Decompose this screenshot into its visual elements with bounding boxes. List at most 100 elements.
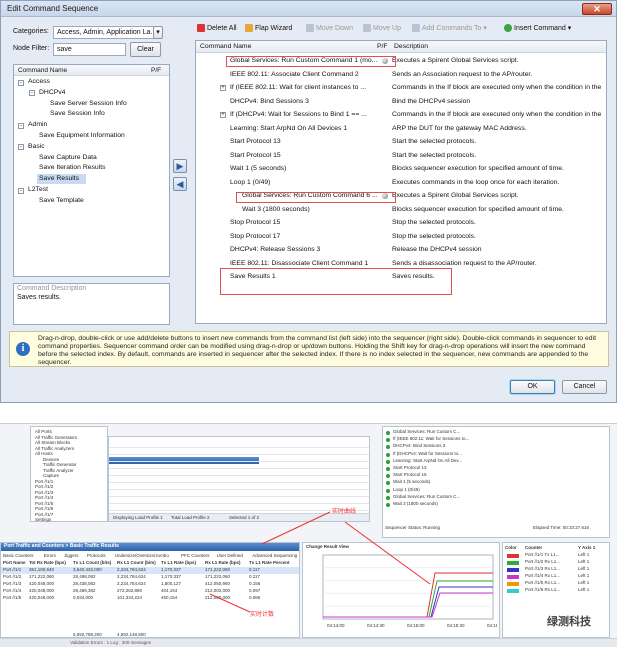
- add-to-sequence-button[interactable]: ▶: [173, 159, 187, 173]
- collapse-toggle-icon[interactable]: -: [18, 144, 24, 151]
- sequence-row-name: If (DHCPv4: Wait for Sessions to Bind 1 …: [230, 111, 367, 118]
- collapse-toggle-icon[interactable]: -: [29, 90, 35, 97]
- sequence-row-name: Wait 1 (5 seconds): [230, 165, 287, 172]
- clear-button[interactable]: Clear: [130, 42, 161, 57]
- sequence-row-description: Executes commands in the loop once for e…: [392, 178, 560, 186]
- collapse-toggle-icon[interactable]: -: [18, 187, 24, 194]
- arrow-right-icon: ▶: [176, 161, 184, 171]
- description-header: Command Description: [17, 285, 87, 292]
- remove-from-sequence-button[interactable]: ◀: [173, 177, 187, 191]
- sequence-row[interactable]: IEEE 802.11: Associate Client Command 2 S…: [196, 69, 606, 81]
- watermark: 绿测科技: [544, 612, 594, 630]
- tree-header-pf: P/F: [151, 67, 162, 74]
- sequence-row-description: Stop the selected protocols.: [392, 219, 476, 226]
- tree-item[interactable]: Save Capture Data: [39, 154, 97, 161]
- edit-command-sequence-dialog: Edit Command Sequence ✕ Categories: Acce…: [0, 0, 617, 403]
- sequence-row[interactable]: Wait 1 (5 seconds) Blocks sequencer execu…: [196, 163, 606, 175]
- sequence-row-name: Loop 1 (0/49): [230, 178, 271, 186]
- command-tree: Command Name P/F - Access - DHCPv4 Save Serv…: [13, 64, 170, 277]
- node-filter-input[interactable]: save: [53, 43, 126, 56]
- sequence-row-name: Learning: Start ArpNd On All Devices 1: [230, 124, 348, 132]
- seq-header-desc: Description: [394, 43, 428, 50]
- sequence-row-name: Stop Protocol 15: [230, 219, 281, 226]
- add-commands-to-button[interactable]: Add Commands To ▾: [412, 24, 487, 32]
- sequence-row[interactable]: Learning: Start ArpNd On All Devices 1 AR…: [196, 123, 606, 135]
- tree-item[interactable]: Save Iteration Results: [39, 164, 106, 171]
- sequence-row-description: Blocks sequencer execution for specified…: [392, 205, 564, 213]
- chevron-down-icon: ▾: [567, 25, 572, 32]
- tree-item[interactable]: Save Session Info: [50, 110, 105, 117]
- tree-item[interactable]: Save Equipment Information: [39, 132, 125, 139]
- highlight-box-2: [236, 192, 396, 203]
- sequence-row-name: Start Protocol 15: [230, 151, 281, 159]
- chevron-down-icon: ▾: [156, 29, 160, 36]
- sequence-row-description: ARP the DUT for the gateway MAC Address.: [392, 124, 527, 132]
- expand-toggle-icon[interactable]: +: [220, 112, 226, 118]
- tree-item[interactable]: Save Results: [39, 175, 79, 182]
- annotation-arrow-3: [209, 593, 251, 613]
- move-down-label: Move Down: [316, 24, 353, 32]
- categories-select[interactable]: Access, Admin, Application La...: [53, 26, 161, 39]
- tree-item[interactable]: DHCPv4: [39, 89, 65, 96]
- highlight-box-3: [220, 268, 452, 295]
- move-down-button[interactable]: Move Down: [306, 24, 353, 32]
- annotation-realtime: 实时曲线: [332, 509, 357, 515]
- ok-button[interactable]: OK: [510, 380, 555, 394]
- sequence-row[interactable]: Start Protocol 13 Start the selected prot…: [196, 136, 606, 148]
- arrow-left-icon: ◀: [176, 179, 184, 189]
- sequence-row[interactable]: Loop 1 (0/49) Executes commands in the lo…: [196, 177, 606, 189]
- move-up-button[interactable]: Move Up: [363, 24, 401, 32]
- move-up-label: Move Up: [373, 24, 402, 32]
- arrow-down-icon: [306, 24, 314, 32]
- collapse-toggle-icon[interactable]: -: [18, 122, 24, 129]
- seq-header-pf: P/F: [377, 43, 388, 50]
- add-commands-to-label: Add Commands To: [422, 24, 482, 32]
- sequence-row-description: Release the DHCPv4 session: [392, 246, 482, 253]
- tree-item[interactable]: Admin: [28, 121, 47, 128]
- sequence-row-description: Executes a Spirent Global Services scrip…: [392, 57, 519, 64]
- close-button[interactable]: ✕: [582, 3, 612, 15]
- sequence-row-name: Start Protocol 13: [230, 138, 281, 145]
- test-center-screenshot: All Ports All Traffic Generators All Strea…: [0, 423, 617, 647]
- insert-icon: [504, 24, 512, 32]
- annotation-arrow-1: [261, 511, 331, 545]
- sequence-row-name: If (IEEE 802.11: Wait for client instanc…: [230, 84, 366, 91]
- sequence-row-description: Bind the DHCPv4 session: [392, 97, 471, 105]
- sequence-row[interactable]: If (DHCPv4: Wait for Sessions to Bind 1 …: [196, 109, 606, 121]
- collapse-toggle-icon[interactable]: -: [18, 79, 24, 86]
- sequence-row[interactable]: Stop Protocol 15 Stop the selected protoc…: [196, 217, 606, 229]
- delete-all-label: Delete All: [207, 24, 237, 32]
- delete-all-button[interactable]: Delete All: [197, 24, 237, 32]
- description-text: Saves results.: [17, 294, 61, 301]
- insert-command-button[interactable]: Insert Command ▾: [504, 24, 571, 32]
- add-icon: [412, 24, 420, 32]
- flap-wizard-button[interactable]: Flap Wizard: [245, 24, 292, 32]
- sequence-row-description: Stop the selected protocols.: [392, 232, 476, 240]
- sequence-row[interactable]: Wait 3 (1800 seconds) Blocks sequencer ex…: [196, 204, 606, 216]
- annotation-arrow-2: [344, 521, 431, 585]
- flap-wizard-label: Flap Wizard: [255, 24, 293, 32]
- info-icon: i: [16, 342, 30, 356]
- tree-header-name: Command Name: [18, 67, 68, 74]
- tree-item[interactable]: Access: [28, 78, 50, 85]
- tree-item[interactable]: Save Server Session Info: [50, 100, 127, 107]
- cancel-button[interactable]: Cancel: [562, 380, 607, 394]
- tree-item[interactable]: Save Template: [39, 197, 84, 204]
- sequence-toolbar: Delete All Flap Wizard Move Down Move Up…: [195, 22, 607, 39]
- sequence-row[interactable]: DHCPv4: Bind Sessions 3 Bind the DHCPv4 s…: [196, 96, 606, 108]
- sequence-header: Command Name P/F Description: [196, 41, 606, 53]
- sequence-row[interactable]: DHCPv4: Release Sessions 3 Release the DH…: [196, 244, 606, 256]
- expand-toggle-icon[interactable]: +: [220, 85, 226, 91]
- sequence-row[interactable]: Start Protocol 15 Start the selected prot…: [196, 150, 606, 162]
- tree-header: Command Name P/F: [14, 65, 169, 76]
- sequence-row[interactable]: Stop Protocol 17 Stop the selected protoc…: [196, 231, 606, 243]
- command-description-box: Command Description Saves results.: [13, 283, 170, 325]
- tree-item[interactable]: L2Test: [28, 186, 48, 193]
- annotation-arrows: [209, 511, 431, 613]
- sequence-row-description: Executes a Spirent Global Services scrip…: [392, 192, 519, 199]
- dialog-title: Edit Command Sequence: [1, 1, 616, 17]
- sequence-row[interactable]: If (IEEE 802.11: Wait for client instanc…: [196, 82, 606, 94]
- categories-dropdown-button[interactable]: ▾: [153, 26, 163, 39]
- seq-header-name: Command Name: [200, 43, 252, 50]
- tree-item[interactable]: Basic: [28, 143, 45, 150]
